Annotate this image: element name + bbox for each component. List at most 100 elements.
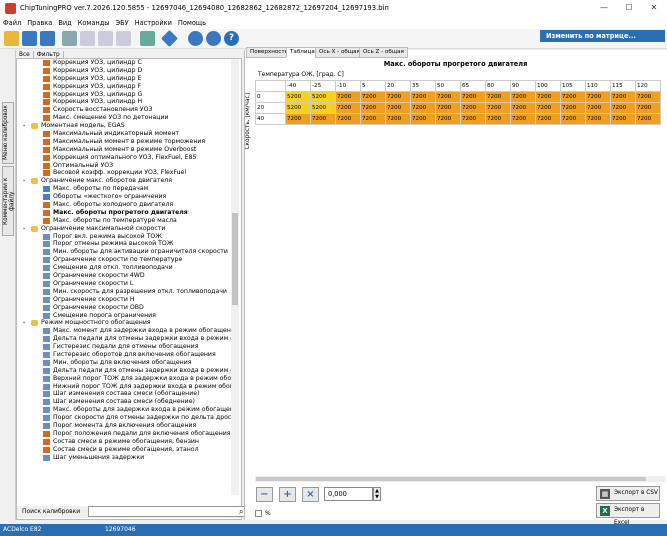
tree-item[interactable]: Порог момента для включения обогащения [17, 422, 231, 430]
tree-item[interactable]: Максимальный момент в режиме торможения [17, 138, 231, 146]
table-cell[interactable]: 7200 [435, 102, 461, 114]
percent-checkbox[interactable] [255, 510, 262, 517]
table-cell[interactable]: 7200 [460, 113, 486, 125]
tree-item[interactable]: Коррекция оптимального УОЗ, FlexFuel, E8… [17, 154, 231, 162]
tree-item[interactable]: Верхний порог ТОЖ для задержки входа в р… [17, 375, 231, 383]
table-cell[interactable]: 7200 [410, 113, 436, 125]
table-cell[interactable]: 7200 [510, 113, 536, 125]
tree-item[interactable]: Порог положения педали для включения обо… [17, 430, 231, 438]
value-input[interactable]: 0,000 [324, 487, 373, 501]
table-cell[interactable]: 7200 [535, 113, 561, 125]
menu-item[interactable]: Вид [55, 17, 74, 29]
tree-item[interactable]: Состав смеси в режиме обогащения, этанол [17, 446, 231, 454]
search-input[interactable] [88, 506, 249, 517]
table-cell[interactable]: 7200 [410, 91, 436, 103]
tree-item[interactable]: Макс. обороты по передачам [17, 185, 231, 193]
tab-file-comments[interactable]: Комментарии к файлу [2, 166, 15, 236]
table-cell[interactable]: 7200 [460, 91, 486, 103]
tree-item[interactable]: Дельта педали для отмены задержки входа … [17, 367, 231, 375]
tree-item[interactable]: Коррекция УОЗ, цилиндр C [17, 59, 231, 67]
tree-item[interactable]: Коррекция УОЗ, цилиндр H [17, 98, 231, 106]
tree-scrollbar-thumb[interactable] [232, 213, 238, 305]
tree-item[interactable]: Дельта педали для отмены задержки входа … [17, 335, 231, 343]
save-as-icon[interactable] [40, 31, 55, 46]
plus-button[interactable]: + [279, 487, 296, 502]
tree-item[interactable]: Мин. скорость для разрешения откл. топли… [17, 288, 231, 296]
multiply-button[interactable]: × [302, 487, 319, 502]
tab-calibrations-menu[interactable]: Меню калибровок [2, 102, 14, 164]
tree-item[interactable]: Обороты «жесткого» ограничения [17, 193, 231, 201]
tab-filter[interactable]: Фильтр [34, 51, 64, 59]
redo-icon[interactable] [116, 31, 131, 46]
table-cell[interactable]: 7200 [610, 91, 636, 103]
table-cell[interactable]: 7200 [360, 91, 386, 103]
tree-item[interactable]: Коррекция УОЗ, цилиндр E [17, 75, 231, 83]
table-cell[interactable]: 7200 [385, 113, 411, 125]
compare-icon[interactable] [140, 31, 155, 46]
menu-item[interactable]: Настройки [132, 17, 175, 29]
table-cell[interactable]: 7200 [510, 102, 536, 114]
tree-item[interactable]: Макс. момент для задержки входа в режим … [17, 327, 231, 335]
menu-item[interactable]: Правка [24, 17, 55, 29]
tree-item[interactable]: Максимальный индикаторный момент [17, 130, 231, 138]
help-icon[interactable]: ? [224, 31, 239, 46]
tab-table[interactable]: Таблица [286, 47, 319, 58]
menu-item[interactable]: Файл [0, 17, 24, 29]
tab-axis-z[interactable]: Ось Z - общая [359, 47, 408, 58]
minimize-icon[interactable]: — [597, 2, 611, 14]
search-icon[interactable] [188, 31, 203, 46]
table-cell[interactable]: 7200 [460, 102, 486, 114]
export-excel-button[interactable]: X Экспорт в Excel [596, 503, 660, 526]
tree-item[interactable]: Порог скорости для отмены задержки по де… [17, 414, 231, 422]
table-cell[interactable]: 7200 [335, 113, 361, 125]
tree-item[interactable]: Шаг уменьшения задержки [17, 454, 231, 462]
tree-item[interactable]: Ограничение скорости 4WD [17, 272, 231, 280]
menu-item[interactable]: ЭБУ [113, 17, 132, 29]
table-cell[interactable]: 7200 [585, 91, 611, 103]
table-cell[interactable]: 7200 [360, 113, 386, 125]
tree-item[interactable]: Коррекция УОЗ, цилиндр G [17, 91, 231, 99]
tree-item[interactable]: Гистерезис оборотов для включения обогащ… [17, 351, 231, 359]
table-cell[interactable]: 7200 [435, 113, 461, 125]
tree-item[interactable]: ⌄ Моментная модель, EGAS [17, 122, 231, 130]
table-cell[interactable]: 7200 [635, 91, 661, 103]
table-cell[interactable]: 5200 [285, 91, 311, 103]
open-file-icon[interactable] [4, 31, 19, 46]
tree-item[interactable]: Ограничение скорости OBD [17, 304, 231, 312]
tree-item[interactable]: Макс. обороты прогретого двигателя [17, 209, 231, 217]
tree-item[interactable]: Макс. обороты для задержки входа в режим… [17, 406, 231, 414]
table-cell[interactable]: 7200 [485, 91, 511, 103]
tab-axis-x[interactable]: Ось X - общая [315, 47, 364, 58]
tree-item[interactable]: Шаг изменения состава смеси (обеднение) [17, 398, 231, 406]
expand-icon[interactable]: ⌄ [22, 225, 29, 231]
table-cell[interactable]: 7200 [335, 91, 361, 103]
table-cell[interactable]: 7200 [410, 102, 436, 114]
tree-item[interactable]: Макс. обороты холодного двигателя [17, 201, 231, 209]
table-cell[interactable]: 7200 [385, 91, 411, 103]
close-icon[interactable]: ✕ [647, 2, 661, 14]
table-h-scrollbar-thumb[interactable] [256, 477, 646, 481]
table-cell[interactable]: 7200 [535, 102, 561, 114]
tab-all[interactable]: Все [16, 51, 34, 59]
table-cell[interactable]: 7200 [310, 113, 336, 125]
menu-item[interactable]: Команды [75, 17, 113, 29]
tree-item[interactable]: Гистерезис педали для отмены обогащения [17, 343, 231, 351]
table-cell[interactable]: 7200 [610, 113, 636, 125]
undo-icon[interactable] [98, 31, 113, 46]
menu-item[interactable]: Помощь [175, 17, 209, 29]
change-by-matrix-button[interactable]: Изменить по матрице... [540, 30, 665, 42]
export-csv-button[interactable]: ▦ Экспорт в CSV [596, 486, 660, 501]
tree-item[interactable]: Коррекция УОЗ, цилиндр D [17, 67, 231, 75]
table-cell[interactable]: 7200 [385, 102, 411, 114]
table-cell[interactable]: 7200 [610, 102, 636, 114]
table-cell[interactable]: 7200 [535, 91, 561, 103]
table-cell[interactable]: 5200 [285, 102, 311, 114]
maximize-icon[interactable]: ☐ [622, 2, 636, 14]
magnifier-icon[interactable]: ⌕ [239, 507, 243, 517]
table-cell[interactable]: 7200 [585, 113, 611, 125]
tree-item[interactable]: Макс. обороты по температуре масла [17, 217, 231, 225]
tree-item[interactable]: Скорость восстановления УОЗ [17, 106, 231, 114]
table-cell[interactable]: 7200 [435, 91, 461, 103]
expand-icon[interactable]: ⌄ [22, 122, 29, 128]
tree-item[interactable]: Максимальный момент в режиме Overboost [17, 146, 231, 154]
